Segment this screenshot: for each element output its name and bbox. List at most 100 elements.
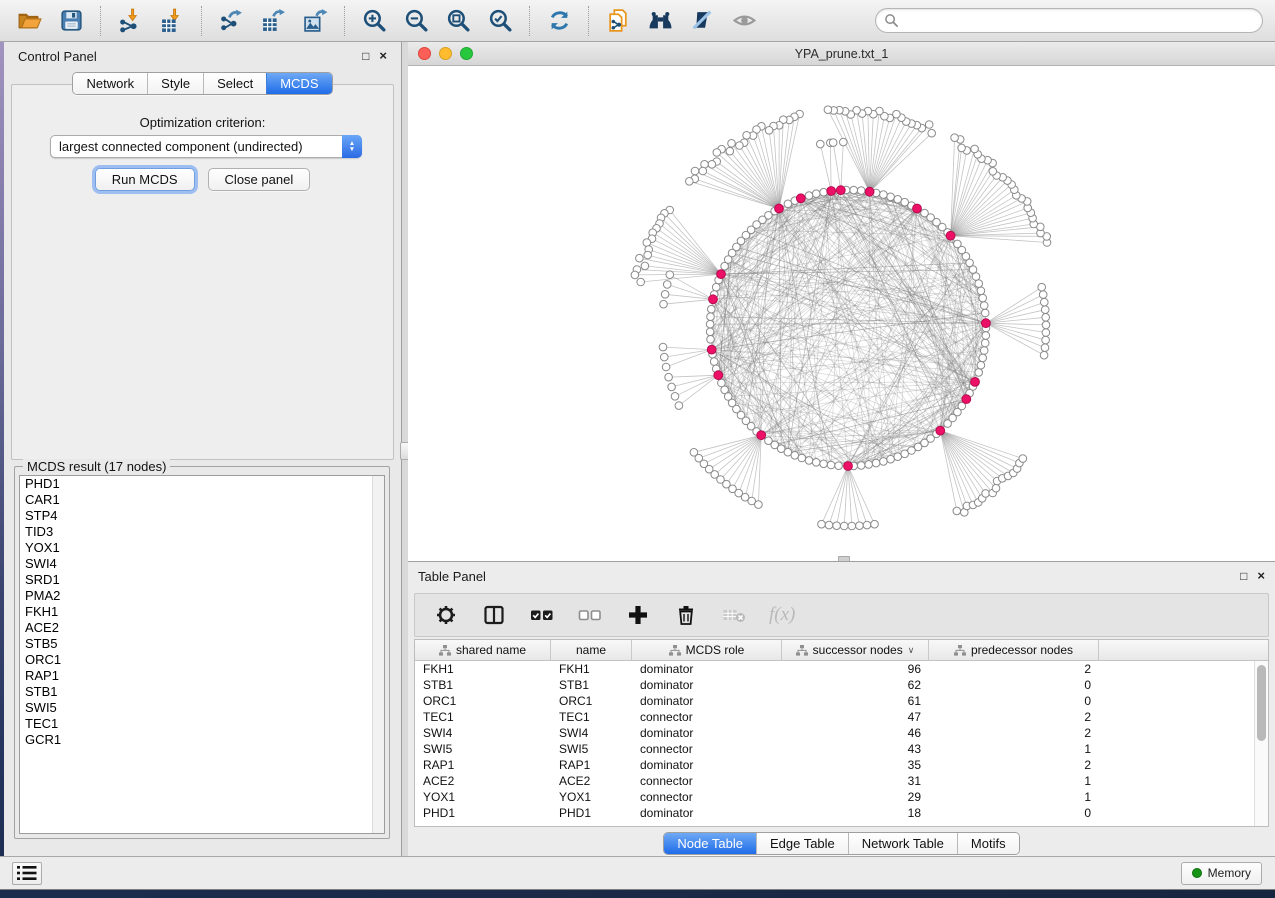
- network-node[interactable]: [894, 196, 902, 204]
- table-cell[interactable]: PHD1: [551, 805, 632, 821]
- mcds-hub-node[interactable]: [827, 187, 836, 196]
- tab-mcds[interactable]: MCDS: [266, 73, 331, 94]
- network-node[interactable]: [706, 320, 714, 328]
- mcds-hub-node[interactable]: [717, 270, 726, 279]
- network-canvas-area[interactable]: [408, 66, 1275, 560]
- network-leaf-node[interactable]: [840, 138, 848, 146]
- tab-edge-table[interactable]: Edge Table: [756, 833, 848, 854]
- table-cell[interactable]: dominator: [632, 661, 782, 677]
- network-leaf-node[interactable]: [661, 353, 669, 361]
- table-cell[interactable]: RAP1: [551, 757, 632, 773]
- table-cell[interactable]: connector: [632, 789, 782, 805]
- network-node[interactable]: [981, 309, 989, 317]
- network-node[interactable]: [857, 462, 865, 470]
- network-leaf-node[interactable]: [660, 300, 668, 308]
- table-cell[interactable]: STB1: [551, 677, 632, 693]
- optimization-criterion-dropdown[interactable]: largest connected component (undirected)…: [50, 135, 362, 158]
- table-cell[interactable]: dominator: [632, 677, 782, 693]
- network-node[interactable]: [827, 461, 835, 469]
- mcds-result-item[interactable]: RAP1: [20, 668, 384, 684]
- network-node[interactable]: [812, 459, 820, 467]
- table-cell[interactable]: YOX1: [415, 789, 551, 805]
- close-window-icon[interactable]: [418, 47, 431, 60]
- network-node[interactable]: [887, 193, 895, 201]
- tab-select[interactable]: Select: [203, 73, 266, 94]
- network-node[interactable]: [708, 305, 716, 313]
- save-session-button[interactable]: [56, 6, 86, 36]
- network-leaf-node[interactable]: [1041, 344, 1049, 352]
- network-node[interactable]: [835, 462, 843, 470]
- mcds-result-item[interactable]: SRD1: [20, 572, 384, 588]
- network-node[interactable]: [812, 190, 820, 198]
- network-node[interactable]: [820, 460, 828, 468]
- table-cell[interactable]: connector: [632, 741, 782, 757]
- network-leaf-node[interactable]: [825, 521, 833, 529]
- network-node[interactable]: [707, 313, 715, 321]
- import-table-button[interactable]: [157, 6, 187, 36]
- network-leaf-node[interactable]: [833, 522, 841, 530]
- tab-network-table[interactable]: Network Table: [848, 833, 957, 854]
- network-leaf-node[interactable]: [699, 167, 707, 175]
- mcds-result-item[interactable]: TEC1: [20, 716, 384, 732]
- mcds-result-item[interactable]: STB1: [20, 684, 384, 700]
- mcds-hub-node[interactable]: [836, 186, 845, 195]
- mcds-result-item[interactable]: STP4: [20, 508, 384, 524]
- network-node[interactable]: [791, 452, 799, 460]
- refresh-layout-button[interactable]: [544, 6, 574, 36]
- table-cell[interactable]: 2: [929, 709, 1099, 725]
- table-cell[interactable]: SWI4: [551, 725, 632, 741]
- network-node[interactable]: [820, 188, 828, 196]
- export-network-button[interactable]: [216, 6, 246, 36]
- network-node[interactable]: [805, 192, 813, 200]
- network-leaf-node[interactable]: [971, 145, 979, 153]
- network-leaf-node[interactable]: [1041, 298, 1049, 306]
- table-cell[interactable]: FKH1: [415, 661, 551, 677]
- network-leaf-node[interactable]: [641, 262, 649, 270]
- mcds-result-list[interactable]: PHD1CAR1STP4TID3YOX1SWI4SRD1PMA2FKH1ACE2…: [19, 475, 385, 834]
- mcds-result-item[interactable]: GCR1: [20, 732, 384, 748]
- network-node[interactable]: [894, 453, 902, 461]
- mcds-result-item[interactable]: CAR1: [20, 492, 384, 508]
- close-panel-icon[interactable]: ×: [1257, 569, 1265, 583]
- table-cell[interactable]: STB1: [415, 677, 551, 693]
- table-cell[interactable]: 47: [782, 709, 929, 725]
- network-node[interactable]: [977, 287, 985, 295]
- column-header-predecessor-nodes[interactable]: predecessor nodes: [929, 640, 1099, 660]
- table-cell[interactable]: PHD1: [415, 805, 551, 821]
- network-leaf-node[interactable]: [661, 291, 669, 299]
- network-node[interactable]: [980, 302, 988, 310]
- table-cell[interactable]: dominator: [632, 805, 782, 821]
- mcds-hub-node[interactable]: [971, 378, 980, 387]
- network-node[interactable]: [901, 198, 909, 206]
- network-leaf-node[interactable]: [666, 271, 674, 279]
- network-node[interactable]: [887, 455, 895, 463]
- table-row[interactable]: YOX1YOX1connector291: [415, 789, 1268, 805]
- network-leaf-node[interactable]: [951, 134, 959, 142]
- show-hide-eye-button[interactable]: [729, 6, 759, 36]
- export-image-button[interactable]: [300, 6, 330, 36]
- tab-node-table[interactable]: Node Table: [664, 833, 756, 854]
- float-panel-icon[interactable]: □: [1240, 569, 1247, 583]
- network-node[interactable]: [979, 354, 987, 362]
- zoom-selected-button[interactable]: [485, 6, 515, 36]
- network-leaf-node[interactable]: [1042, 314, 1050, 322]
- network-node[interactable]: [707, 336, 715, 344]
- network-leaf-node[interactable]: [643, 239, 651, 247]
- table-row[interactable]: SWI5SWI5connector431: [415, 741, 1268, 757]
- table-row[interactable]: RAP1RAP1dominator352: [415, 757, 1268, 773]
- float-panel-icon[interactable]: □: [362, 49, 369, 63]
- mcds-hub-node[interactable]: [844, 462, 853, 471]
- network-leaf-node[interactable]: [637, 278, 645, 286]
- network-node[interactable]: [880, 458, 888, 466]
- table-cell[interactable]: 31: [782, 773, 929, 789]
- network-node[interactable]: [798, 454, 806, 462]
- column-header-name[interactable]: name: [551, 640, 632, 660]
- close-panel-button[interactable]: Close panel: [208, 168, 311, 191]
- table-cell[interactable]: connector: [632, 709, 782, 725]
- table-cell[interactable]: 61: [782, 693, 929, 709]
- search-binoculars-button[interactable]: [645, 6, 675, 36]
- table-row[interactable]: PHD1PHD1dominator180: [415, 805, 1268, 821]
- table-cell[interactable]: dominator: [632, 725, 782, 741]
- show-columns-button[interactable]: [481, 602, 507, 628]
- zoom-out-button[interactable]: [401, 6, 431, 36]
